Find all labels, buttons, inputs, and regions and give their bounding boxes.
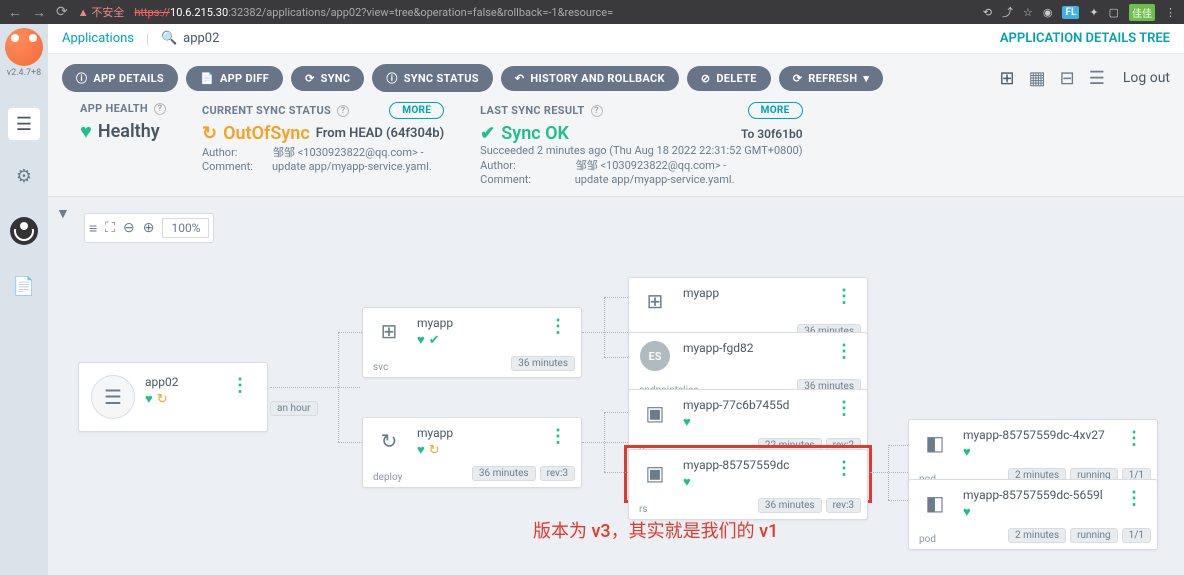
app-stack-icon: ☰ xyxy=(91,375,135,419)
node-app-root[interactable]: ☰ app02 ♥↻ ⋮ xyxy=(78,362,268,432)
last-sync-label: LAST SYNC RESULT xyxy=(480,104,584,117)
details-tree-link[interactable]: APPLICATION DETAILS TREE xyxy=(1000,31,1170,46)
health-value: Healthy xyxy=(98,121,160,142)
node-menu-icon[interactable]: ⋮ xyxy=(829,398,859,419)
help-icon[interactable]: ? xyxy=(154,103,166,115)
docs-icon[interactable]: 📄 xyxy=(8,270,40,302)
more-button[interactable]: MORE xyxy=(389,102,444,119)
node-pod-2[interactable]: ◧ myapp-85757559dc-5659l♥ ⋮ pod2 minutes… xyxy=(908,479,1158,550)
app-search[interactable]: 🔍 app02 xyxy=(161,31,219,46)
sync-status-button[interactable]: ⓘ SYNC STATUS xyxy=(372,64,492,92)
align-icon[interactable]: ≡ xyxy=(89,220,97,237)
last-sync-to: To 30f61b0 xyxy=(741,127,803,141)
sync-button[interactable]: ⟳ SYNC xyxy=(291,66,364,91)
reload-icon[interactable]: ⟳ xyxy=(56,4,68,20)
sync-icon: ↻ xyxy=(157,392,168,407)
action-toolbar: ⓘ APP DETAILS 📄 APP DIFF ⟳ SYNC ⓘ SYNC S… xyxy=(48,54,1184,102)
pod-icon: ◧ xyxy=(917,488,953,518)
devtools-icon[interactable]: ◉ xyxy=(1043,6,1053,19)
address-bar[interactable]: https://10.6.215.30:32382/applications/a… xyxy=(134,6,613,19)
window-icon[interactable]: ▢ xyxy=(1109,6,1119,19)
translate-icon[interactable]: ⟲ xyxy=(983,6,992,19)
forward-icon[interactable]: → xyxy=(32,4,46,21)
node-menu-icon[interactable]: ⋮ xyxy=(1119,428,1149,449)
zoom-out-icon[interactable]: ⊖ xyxy=(123,220,135,236)
breadcrumb: Applications | 🔍 app02 APPLICATION DETAI… xyxy=(48,24,1184,54)
user-avatar-icon[interactable] xyxy=(10,217,38,245)
zoom-in-icon[interactable]: ⊕ xyxy=(143,220,155,236)
version-label: v2.4.7+8 xyxy=(7,68,41,78)
browser-chrome-bar: ← → ⟳ ▲ 不安全 https://10.6.215.30:32382/ap… xyxy=(0,0,1184,24)
node-menu-icon[interactable]: ⋮ xyxy=(543,426,573,447)
star-icon[interactable]: ☆ xyxy=(1023,6,1033,19)
annotation-text: 版本为 v3，其实就是我们的 v1 xyxy=(533,517,778,543)
sync-value: OutOfSync xyxy=(223,123,310,144)
sync-icon: ↻ xyxy=(202,123,217,144)
pods-view-icon[interactable]: ▦ xyxy=(1029,68,1046,89)
es-icon: ES xyxy=(637,341,673,371)
apps-stack-icon[interactable]: ☰ xyxy=(8,108,40,140)
share-icon[interactable]: ⤴ xyxy=(1002,4,1013,20)
tree-toolbar: ≡ ⛶ ⊖ ⊕ 100% xyxy=(84,213,214,243)
refresh-button[interactable]: ⟳ REFRESH ▾ xyxy=(779,66,884,91)
history-rollback-button[interactable]: ↶ HISTORY AND ROLLBACK xyxy=(501,66,679,91)
profile-badge[interactable]: 佳佳 xyxy=(1129,4,1155,21)
zoom-level[interactable]: 100% xyxy=(162,218,209,238)
settings-gear-icon[interactable]: ⚙ xyxy=(8,160,40,192)
left-sidebar: v2.4.7+8 ☰ ⚙ 📄 xyxy=(0,24,48,575)
network-view-icon[interactable]: ⊟ xyxy=(1060,68,1075,89)
status-panel: APP HEALTH? ♥ Healthy CURRENT SYNC STATUS… xyxy=(48,102,1184,196)
heart-icon: ♥ xyxy=(145,391,153,407)
last-sync-value: Sync OK xyxy=(501,123,569,144)
tree-canvas[interactable]: ▼ ≡ ⛶ ⊖ ⊕ 100% ☰ app02 ♥↻ ⋮ an hour xyxy=(48,196,1184,575)
list-view-icon[interactable]: ☰ xyxy=(1089,68,1105,89)
svc-icon: ⊞ xyxy=(371,316,407,346)
node-deploy[interactable]: ↻ myapp♥↻ ⋮ deploy36 minutesrev:3 xyxy=(362,417,582,488)
logout-link[interactable]: Log out xyxy=(1123,70,1170,86)
sync-status-label: CURRENT SYNC STATUS xyxy=(202,104,331,117)
more-button[interactable]: MORE xyxy=(748,102,803,119)
node-menu-icon[interactable]: ⋮ xyxy=(829,286,859,307)
app-health-label: APP HEALTH xyxy=(80,102,148,115)
ext-badge[interactable]: FL xyxy=(1062,6,1079,19)
argo-logo xyxy=(5,28,43,66)
extensions-icon[interactable]: ✦ xyxy=(1089,6,1098,19)
node-menu-icon[interactable]: ⋮ xyxy=(543,316,573,337)
node-menu-icon[interactable]: ⋮ xyxy=(1119,488,1149,509)
filter-icon[interactable]: ▼ xyxy=(56,205,70,222)
insecure-warning: ▲ 不安全 xyxy=(78,4,125,20)
last-sync-time: Succeeded 2 minutes ago (Thu Aug 18 2022… xyxy=(480,144,802,157)
applications-link[interactable]: Applications xyxy=(62,31,134,46)
app-details-button[interactable]: ⓘ APP DETAILS xyxy=(62,64,178,92)
sync-from: From HEAD (64f304b) xyxy=(316,126,444,141)
node-menu-icon[interactable]: ⋮ xyxy=(829,341,859,362)
delete-button[interactable]: ⊘ DELETE xyxy=(687,66,771,91)
rs-icon: ▣ xyxy=(637,458,673,488)
fit-icon[interactable]: ⛶ xyxy=(105,220,115,236)
node-menu-icon[interactable]: ⋮ xyxy=(225,375,255,396)
app-diff-button[interactable]: 📄 APP DIFF xyxy=(186,66,283,91)
node-rs-2[interactable]: ▣ myapp-85757559dc♥ ⋮ rs36 minutesrev:3 xyxy=(628,449,868,520)
back-icon[interactable]: ← xyxy=(8,4,22,21)
ep-icon: ⊞ xyxy=(637,286,673,316)
check-icon: ✔ xyxy=(480,123,495,144)
menu-icon[interactable]: ⋮ xyxy=(1165,6,1176,19)
age-tag: an hour xyxy=(270,401,318,416)
node-svc[interactable]: ⊞ myapp♥✔ ⋮ svc36 minutes xyxy=(362,307,582,378)
tree-view-icon[interactable]: ⊞ xyxy=(1000,68,1015,89)
heart-icon: ♥ xyxy=(80,119,92,144)
deploy-icon: ↻ xyxy=(371,426,407,456)
rs-icon: ▣ xyxy=(637,398,673,428)
help-icon[interactable]: ? xyxy=(337,105,349,117)
node-menu-icon[interactable]: ⋮ xyxy=(829,458,859,479)
pod-icon: ◧ xyxy=(917,428,953,458)
help-icon[interactable]: ? xyxy=(591,105,603,117)
